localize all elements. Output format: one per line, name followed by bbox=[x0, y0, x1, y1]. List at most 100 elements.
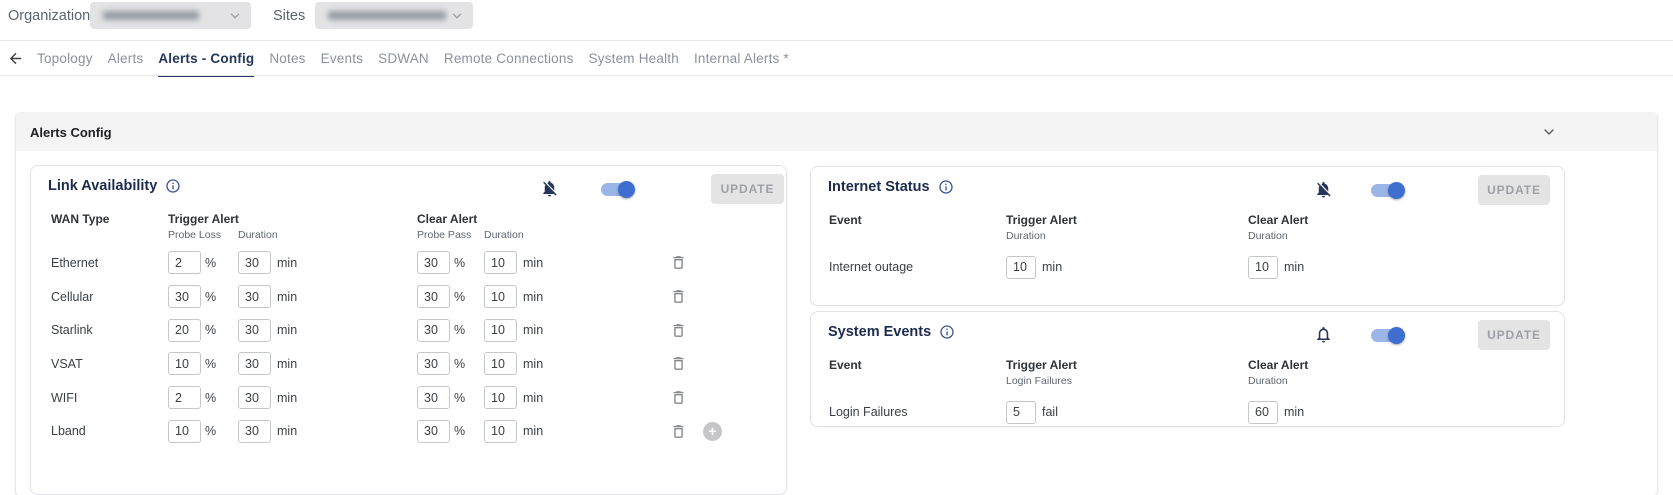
table-row-login-failures: Login Failures fail min bbox=[829, 394, 1539, 430]
alerts-config-panel: Alerts Config Link Availability UPDATE W… bbox=[16, 113, 1657, 495]
probe-loss-input[interactable] bbox=[168, 420, 201, 443]
trigger-duration-input[interactable] bbox=[238, 285, 271, 308]
collapse-chevron-icon[interactable] bbox=[1541, 124, 1557, 140]
delete-row-icon[interactable] bbox=[670, 389, 687, 406]
delete-row-icon[interactable] bbox=[670, 288, 687, 305]
wan-type-label: Starlink bbox=[51, 323, 168, 337]
probe-pass-input[interactable] bbox=[417, 420, 450, 443]
tab-system-health[interactable]: System Health bbox=[589, 51, 679, 77]
delete-row-icon[interactable] bbox=[670, 355, 687, 372]
tab-alerts[interactable]: Alerts bbox=[108, 51, 144, 77]
notifications-bell-icon[interactable] bbox=[1314, 325, 1333, 344]
unit-min: min bbox=[517, 256, 670, 270]
chevron-down-icon bbox=[228, 9, 242, 28]
clear-duration-input[interactable] bbox=[484, 285, 517, 308]
trigger-duration-input[interactable] bbox=[238, 420, 271, 443]
update-button[interactable]: UPDATE bbox=[1478, 175, 1550, 205]
enable-toggle[interactable] bbox=[1371, 329, 1402, 342]
clear-duration-input[interactable] bbox=[1248, 256, 1278, 279]
clear-duration-input[interactable] bbox=[484, 251, 517, 274]
probe-pass-input[interactable] bbox=[417, 386, 450, 409]
probe-loss-input[interactable] bbox=[168, 285, 201, 308]
tab-internal-alerts[interactable]: Internal Alerts * bbox=[694, 51, 789, 77]
update-button[interactable]: UPDATE bbox=[1478, 320, 1550, 350]
probe-pass-input[interactable] bbox=[417, 251, 450, 274]
unit-percent: % bbox=[450, 357, 484, 371]
link-availability-table: WAN Type Trigger Alert Clear Alert Probe… bbox=[51, 212, 773, 448]
delete-row-icon[interactable] bbox=[670, 423, 687, 440]
clear-duration-input[interactable] bbox=[484, 352, 517, 375]
tab-alerts-config[interactable]: Alerts - Config bbox=[158, 51, 254, 77]
notifications-off-icon[interactable] bbox=[540, 179, 559, 198]
trigger-duration-input[interactable] bbox=[238, 251, 271, 274]
enable-toggle[interactable] bbox=[1371, 184, 1402, 197]
col-header-trigger-alert: Trigger Alert bbox=[1006, 213, 1077, 227]
probe-pass-input[interactable] bbox=[417, 352, 450, 375]
table-row-wifi: WIFI % min % min bbox=[51, 381, 773, 415]
tab-bar: Topology Alerts Alerts - Config Notes Ev… bbox=[37, 51, 789, 77]
unit-percent: % bbox=[450, 424, 484, 438]
unit-percent: % bbox=[201, 424, 238, 438]
tab-remote-connections[interactable]: Remote Connections bbox=[444, 51, 574, 77]
card-title: System Events bbox=[828, 324, 931, 340]
unit-min: min bbox=[517, 357, 670, 371]
col-subheader-duration: Duration bbox=[1248, 230, 1288, 242]
unit-min: min bbox=[1278, 260, 1304, 274]
probe-pass-input[interactable] bbox=[417, 319, 450, 342]
trigger-duration-input[interactable] bbox=[238, 352, 271, 375]
unit-min: min bbox=[271, 323, 417, 337]
sites-dropdown[interactable] bbox=[315, 2, 473, 29]
enable-toggle[interactable] bbox=[601, 183, 632, 196]
sites-redacted-value bbox=[328, 11, 446, 20]
trigger-duration-input[interactable] bbox=[238, 319, 271, 342]
col-subheader-duration: Duration bbox=[1006, 230, 1046, 242]
organization-redacted-value bbox=[103, 11, 199, 20]
toggle-knob bbox=[618, 181, 635, 198]
tab-notes[interactable]: Notes bbox=[269, 51, 305, 77]
login-failures-input[interactable] bbox=[1006, 401, 1036, 424]
probe-loss-input[interactable] bbox=[168, 386, 201, 409]
clear-duration-input[interactable] bbox=[1248, 401, 1278, 424]
info-icon[interactable] bbox=[939, 324, 955, 340]
probe-loss-input[interactable] bbox=[168, 251, 201, 274]
table-row-internet-outage: Internet outage min min bbox=[829, 249, 1539, 285]
organization-dropdown[interactable] bbox=[90, 2, 251, 29]
table-row-starlink: Starlink % min % min bbox=[51, 313, 773, 347]
info-icon[interactable] bbox=[165, 178, 181, 194]
col-header-clear-alert: Clear Alert bbox=[1248, 213, 1308, 227]
back-arrow-icon[interactable] bbox=[7, 50, 24, 67]
panel-header[interactable]: Alerts Config bbox=[16, 113, 1657, 151]
update-button[interactable]: UPDATE bbox=[711, 174, 784, 204]
col-subheader-duration: Duration bbox=[1248, 375, 1288, 387]
probe-pass-input[interactable] bbox=[417, 285, 450, 308]
info-icon[interactable] bbox=[938, 179, 954, 195]
unit-percent: % bbox=[450, 290, 484, 304]
delete-row-icon[interactable] bbox=[670, 254, 687, 271]
unit-percent: % bbox=[201, 391, 238, 405]
tab-sdwan[interactable]: SDWAN bbox=[378, 51, 429, 77]
trigger-duration-input[interactable] bbox=[1006, 256, 1036, 279]
clear-duration-input[interactable] bbox=[484, 386, 517, 409]
unit-fail: fail bbox=[1036, 405, 1248, 419]
probe-loss-input[interactable] bbox=[168, 352, 201, 375]
delete-row-icon[interactable] bbox=[670, 322, 687, 339]
wan-type-label: Cellular bbox=[51, 290, 168, 304]
organization-label: Organization bbox=[8, 8, 90, 24]
tab-events[interactable]: Events bbox=[321, 51, 363, 77]
unit-min: min bbox=[1278, 405, 1304, 419]
probe-loss-input[interactable] bbox=[168, 319, 201, 342]
add-row-button[interactable]: + bbox=[703, 422, 722, 441]
unit-percent: % bbox=[201, 256, 238, 270]
trigger-duration-input[interactable] bbox=[238, 386, 271, 409]
unit-min: min bbox=[271, 391, 417, 405]
notifications-off-icon[interactable] bbox=[1314, 180, 1333, 199]
unit-min: min bbox=[517, 290, 670, 304]
unit-min: min bbox=[1036, 260, 1248, 274]
col-header-wan-type: WAN Type bbox=[51, 212, 109, 226]
col-subheader-duration: Duration bbox=[238, 229, 278, 241]
clear-duration-input[interactable] bbox=[484, 319, 517, 342]
divider bbox=[0, 75, 1673, 76]
clear-duration-input[interactable] bbox=[484, 420, 517, 443]
tab-topology[interactable]: Topology bbox=[37, 51, 93, 77]
event-label: Internet outage bbox=[829, 260, 1006, 274]
